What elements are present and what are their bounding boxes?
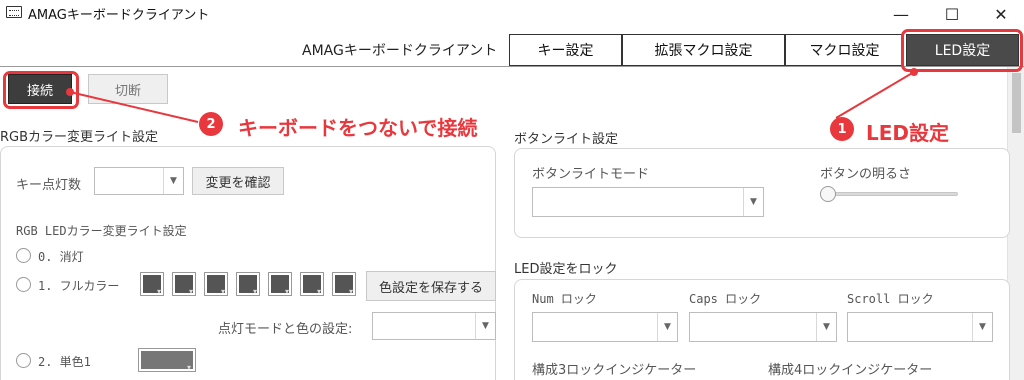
annotation-lines [69,71,915,123]
led-pointer-line [835,71,915,119]
annotation-badge-1: 1 [830,117,854,141]
connect-pointer-line [69,91,199,123]
annotation-text-2: キーボードをつないで接続 [238,116,478,140]
annotation-badge-2: 2 [199,112,223,136]
annotation-text-1: LED設定 [866,121,950,145]
led-pointer-dot [910,68,918,76]
connect-pointer-dot [66,88,74,96]
